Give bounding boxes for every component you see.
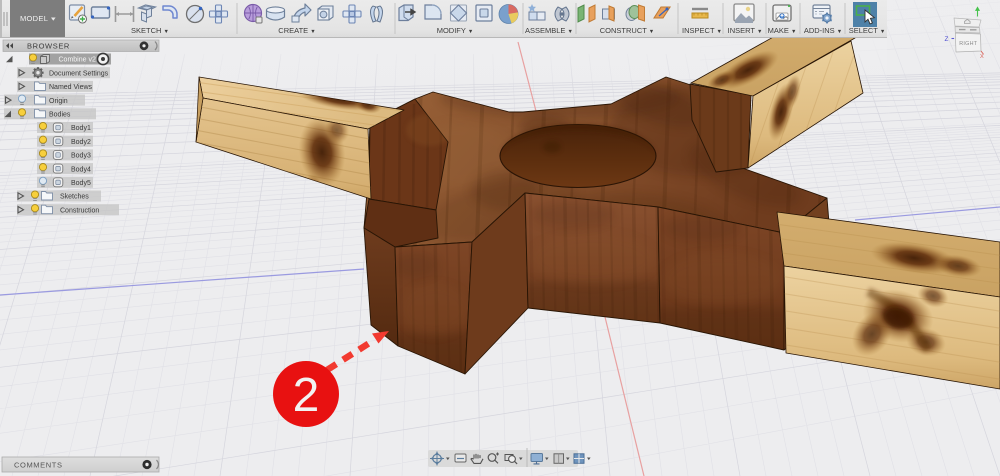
svg-text:Body3: Body3 <box>71 153 91 160</box>
svg-text:Body4: Body4 <box>71 166 91 173</box>
svg-text:RIGHT: RIGHT <box>959 41 977 47</box>
svg-text:SELECT ▼: SELECT ▼ <box>849 26 886 35</box>
svg-text:X: X <box>980 54 984 60</box>
svg-text:Document Settings: Document Settings <box>49 70 109 77</box>
svg-text:Body2: Body2 <box>71 139 91 146</box>
svg-text:CREATE ▼: CREATE ▼ <box>278 26 315 35</box>
svg-text:Combine v2: Combine v2 <box>59 57 96 64</box>
svg-text:BROWSER: BROWSER <box>27 42 70 51</box>
svg-text:Sketches: Sketches <box>60 194 89 201</box>
svg-text:ADD-INS ▼: ADD-INS ▼ <box>804 26 842 35</box>
svg-text:CONSTRUCT ▼: CONSTRUCT ▼ <box>600 26 654 35</box>
svg-text:Body1: Body1 <box>71 125 91 132</box>
svg-text:Construction: Construction <box>60 207 99 214</box>
svg-text:Body5: Body5 <box>71 180 91 187</box>
svg-text:Named Views: Named Views <box>49 84 93 91</box>
svg-text:INSPECT ▼: INSPECT ▼ <box>682 26 722 35</box>
svg-text:Origin: Origin <box>49 98 68 105</box>
svg-text:2: 2 <box>293 369 320 422</box>
svg-text:COMMENTS: COMMENTS <box>14 461 63 470</box>
svg-text:Bodies: Bodies <box>49 112 71 119</box>
svg-text:MODIFY ▼: MODIFY ▼ <box>437 26 474 35</box>
svg-text:ASSEMBLE ▼: ASSEMBLE ▼ <box>525 26 573 35</box>
